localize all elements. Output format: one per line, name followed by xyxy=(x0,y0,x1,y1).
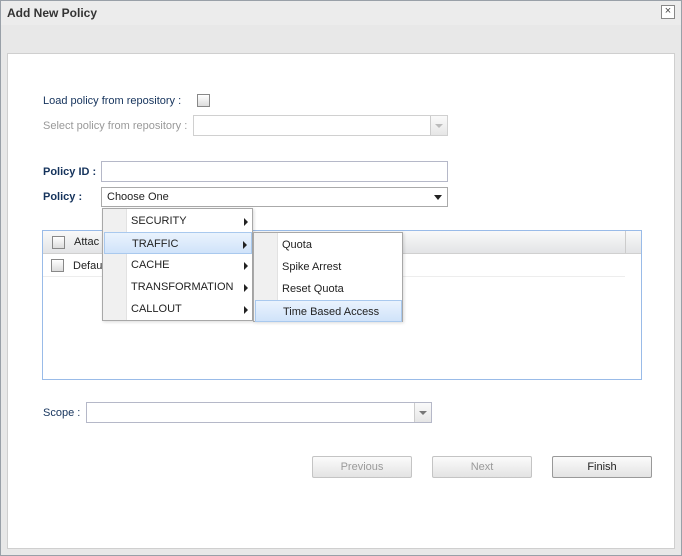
submenu-item-label: Reset Quota xyxy=(282,283,344,295)
load-policy-label: Load policy from repository : xyxy=(43,95,182,107)
select-policy-combo[interactable] xyxy=(193,115,448,136)
submenu-item-time-based-access[interactable]: Time Based Access xyxy=(255,300,402,322)
scope-combo[interactable] xyxy=(86,402,432,423)
chevron-down-icon[interactable] xyxy=(430,116,447,135)
traffic-submenu: Quota Spike Arrest Reset Quota Time Base… xyxy=(253,232,403,322)
submenu-item-reset-quota[interactable]: Reset Quota xyxy=(255,278,402,300)
submenu-arrow-icon xyxy=(244,284,248,292)
chevron-down-icon[interactable] xyxy=(414,403,431,422)
policy-label: Policy : xyxy=(43,191,83,203)
submenu-arrow-icon xyxy=(244,218,248,226)
grid-column-header[interactable]: Attac xyxy=(74,236,99,248)
policy-select[interactable]: Choose One xyxy=(101,187,448,207)
row-label: Defau xyxy=(73,260,103,272)
submenu-item-quota[interactable]: Quota xyxy=(255,234,402,256)
menu-item-label: CACHE xyxy=(131,259,170,271)
menu-item-label: SECURITY xyxy=(131,215,187,227)
scope-label: Scope : xyxy=(43,407,81,419)
submenu-arrow-icon xyxy=(243,241,247,249)
select-policy-label: Select policy from repository : xyxy=(43,120,188,132)
dropdown-arrow-icon xyxy=(434,195,442,200)
menu-item-traffic[interactable]: TRAFFIC xyxy=(104,232,252,254)
menu-item-label: TRAFFIC xyxy=(132,238,179,250)
submenu-item-spike-arrest[interactable]: Spike Arrest xyxy=(255,256,402,278)
row-checkbox[interactable] xyxy=(51,259,64,272)
policy-id-input[interactable] xyxy=(101,161,448,182)
dialog-titlebar: Add New Policy × xyxy=(1,1,681,25)
submenu-item-label: Time Based Access xyxy=(283,306,380,318)
add-policy-dialog: Add New Policy × Load policy from reposi… xyxy=(0,0,682,556)
finish-button[interactable]: Finish xyxy=(552,456,652,478)
close-icon[interactable]: × xyxy=(661,5,675,19)
policy-select-value: Choose One xyxy=(107,191,169,203)
menu-item-callout[interactable]: CALLOUT xyxy=(104,298,252,320)
policy-id-label: Policy ID : xyxy=(43,166,97,178)
menu-item-label: CALLOUT xyxy=(131,303,182,315)
menu-item-transformation[interactable]: TRANSFORMATION xyxy=(104,276,252,298)
submenu-item-label: Spike Arrest xyxy=(282,261,342,273)
next-button[interactable]: Next xyxy=(432,456,532,478)
submenu-arrow-icon xyxy=(244,262,248,270)
previous-button[interactable]: Previous xyxy=(312,456,412,478)
submenu-item-label: Quota xyxy=(282,239,312,251)
menu-item-label: TRANSFORMATION xyxy=(131,281,234,293)
column-separator xyxy=(625,231,626,253)
dialog-title: Add New Policy xyxy=(7,6,98,20)
menu-item-security[interactable]: SECURITY xyxy=(104,210,252,232)
header-select-all-checkbox[interactable] xyxy=(52,236,65,249)
submenu-arrow-icon xyxy=(244,306,248,314)
menu-item-cache[interactable]: CACHE xyxy=(104,254,252,276)
policy-category-menu: SECURITY TRAFFIC CACHE TRANSFORMATION CA… xyxy=(102,208,253,321)
load-policy-checkbox[interactable] xyxy=(197,94,210,107)
